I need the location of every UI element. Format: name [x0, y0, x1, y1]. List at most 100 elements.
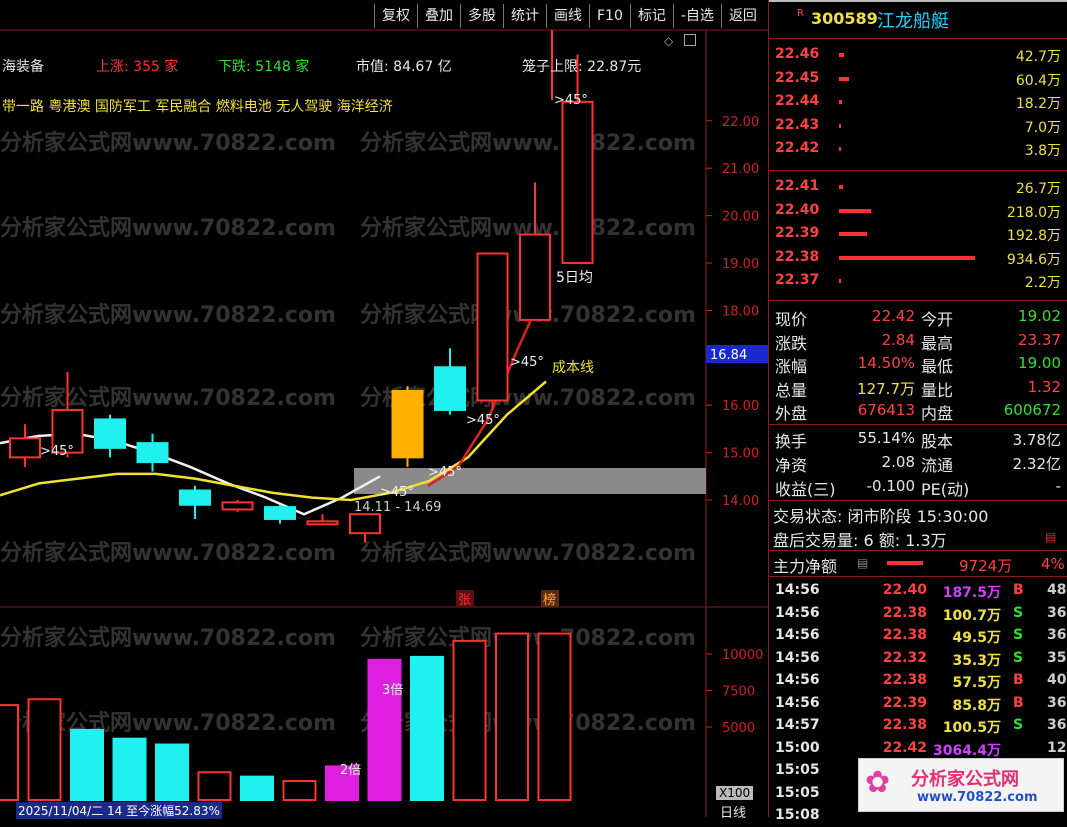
ob-price: 22.40 — [775, 201, 820, 218]
quote-label: 今开 — [921, 310, 954, 329]
tick-volume: 100.7万 — [942, 607, 1001, 624]
volume-bar — [197, 771, 232, 802]
angle-label: >45° — [40, 444, 74, 459]
range-info: 2025/11/04/二 14 至今涨幅52.83% — [16, 802, 222, 819]
toolbar-duogu[interactable]: 多股 — [460, 4, 503, 28]
orderbook-buy-row[interactable]: 22.41 26.7万 — [775, 176, 1063, 199]
quote-label: 涨跌 — [775, 333, 808, 353]
stock-header: R 300589 江龙船艇 — [769, 0, 1067, 36]
netflow-label: 主力净额 — [773, 557, 838, 576]
ob-price: 22.43 — [775, 116, 820, 133]
ob-price: 22.39 — [775, 225, 820, 241]
tick-price: 22.32 — [882, 649, 927, 666]
tick-row[interactable]: 14:56 22.32 35.3万 S 35 — [775, 648, 1067, 670]
quote-row: 现价 22.42 今开 19.02 — [775, 305, 1065, 329]
ob-price: 22.42 — [775, 140, 820, 156]
tick-time: 15:08 — [775, 807, 820, 823]
tick-row[interactable]: 14:57 22.38 100.5万 S 36 — [775, 715, 1067, 737]
orderbook-buy-row[interactable]: 22.37 2.2万 — [775, 270, 1063, 293]
window-icon[interactable] — [684, 34, 696, 46]
fundamental-row: 收益(三) -0.100 PE(动) - — [775, 475, 1065, 499]
tick-row[interactable]: 14:56 22.40 187.5万 B 48 — [775, 580, 1067, 602]
volume-bar — [282, 780, 317, 802]
tick-price: 22.38 — [882, 672, 927, 688]
ob-price: 22.37 — [775, 272, 820, 288]
toolbar-huaxian[interactable]: 画线 — [546, 4, 589, 28]
orderbook-sell-row[interactable]: 22.43 7.0万 — [775, 115, 1063, 138]
toolbar-zixuan[interactable]: -自选 — [672, 4, 721, 28]
market-cap: 市值: 84.67 亿 — [356, 59, 452, 75]
netflow-percent: 4% — [1041, 555, 1065, 573]
price-tick-label: 15.00 — [722, 447, 759, 462]
list-icon[interactable]: ▤ — [857, 556, 868, 570]
concept-tags[interactable]: 带一路 粤港澳 国防军工 军民融合 燃料电池 无人驾驶 海洋经济 — [2, 96, 393, 116]
volume-bar — [240, 775, 274, 802]
quote-value: 600672 — [1003, 401, 1061, 419]
quote-value: 1.32 — [1027, 377, 1061, 396]
ob-volume-bar — [839, 208, 871, 213]
tick-time: 14:57 — [775, 717, 820, 733]
candle — [264, 506, 296, 520]
tick-side: S — [1013, 717, 1024, 733]
orderbook-buy-row[interactable]: 22.40 218.0万 — [775, 200, 1063, 223]
quote-label: 现价 — [775, 310, 808, 329]
ob-volume-bar — [839, 232, 867, 236]
orderbook-sell-row[interactable]: 22.42 3.8万 — [775, 138, 1063, 161]
tick-side: S — [1013, 627, 1024, 643]
orderbook-sell-row[interactable]: 22.46 42.7万 — [775, 44, 1063, 67]
ob-volume-bar — [839, 255, 975, 260]
candle — [179, 489, 211, 506]
watermark-text: 分析家公式网www.70822.com — [0, 540, 336, 566]
tick-row[interactable]: 14:56 22.39 85.8万 B 36 — [775, 693, 1067, 715]
candle — [391, 389, 424, 459]
tick-side: B — [1013, 672, 1024, 688]
tick-count: 48 — [1047, 582, 1067, 598]
ob-volume-bar — [839, 279, 841, 283]
stock-name: 江龙船艇 — [877, 11, 949, 32]
fund-value: 55.14% — [857, 429, 915, 447]
orderbook-buy-row[interactable]: 22.39 192.8万 — [775, 223, 1063, 246]
volume-bar — [537, 632, 572, 801]
quote-label: 内盘 — [921, 404, 954, 423]
tick-row[interactable]: 14:56 22.38 100.7万 S 36 — [775, 603, 1067, 625]
fund-value: - — [1055, 477, 1061, 495]
quote-label: 涨幅 — [775, 357, 808, 376]
toolbar-tongji[interactable]: 统计 — [503, 4, 546, 28]
candle — [349, 513, 381, 535]
quote-value: 14.50% — [857, 354, 915, 372]
toolbar-f10[interactable]: F10 — [589, 4, 630, 28]
diamond-icon[interactable]: ◇ — [664, 34, 673, 48]
stock-terminal: 分析家公式网www.70822.com 分析家公式网www.70822.com 分析… — [0, 0, 1067, 823]
volume-3x-label: 3倍 — [382, 683, 403, 698]
price-tick-label: 18.00 — [722, 304, 759, 319]
tick-row[interactable]: 14:56 22.38 57.5万 B 40 — [775, 670, 1067, 692]
watermark-text: 分析家公式网www.70822.com — [0, 385, 336, 411]
cost-line-label: 成本线 — [552, 360, 594, 376]
orderbook-sell-row[interactable]: 22.45 60.4万 — [775, 68, 1063, 91]
quote-row: 涨幅 14.50% 最低 19.00 — [775, 352, 1065, 376]
logo-url: www.70822.com — [917, 790, 1038, 805]
toolbar-fuquan[interactable]: 复权 — [374, 4, 417, 28]
period-button[interactable]: 日线 — [720, 802, 746, 821]
tick-price: 22.39 — [882, 694, 927, 711]
ob-volume: 26.7万 — [1015, 181, 1061, 197]
calculator-icon[interactable]: ▤ — [1045, 530, 1056, 544]
toolbar-diejia[interactable]: 叠加 — [417, 4, 460, 28]
orderbook-buy-row[interactable]: 22.38 934.6万 — [775, 247, 1063, 270]
flower-icon: ✿ — [865, 765, 891, 800]
trade-status: 交易状态: 闭市阶段 15:30:00 — [773, 507, 989, 526]
tick-row[interactable]: 14:56 22.38 49.5万 S 36 — [775, 625, 1067, 647]
toolbar-biaoji[interactable]: 标记 — [629, 4, 673, 28]
watermark-text: 分析家公式网www.70822.com — [360, 130, 696, 156]
tick-row[interactable]: 15:00 22.42 3064.4万 1208 — [775, 738, 1067, 760]
tick-volume: 57.5万 — [952, 675, 1001, 691]
toolbar-fanhui[interactable]: 返回 — [720, 4, 764, 28]
price-tick-label: 20.00 — [722, 210, 759, 225]
fund-value: 2.08 — [881, 453, 915, 471]
kline-chart[interactable]: 分析家公式网www.70822.com 分析家公式网www.70822.com 分析… — [0, 0, 768, 817]
orderbook-sell-row[interactable]: 22.44 18.2万 — [775, 91, 1063, 114]
tick-count: 36 — [1047, 627, 1067, 643]
candle — [476, 252, 509, 402]
price-tick-label: 19.00 — [722, 257, 759, 272]
tick-count: 36 — [1047, 717, 1067, 733]
